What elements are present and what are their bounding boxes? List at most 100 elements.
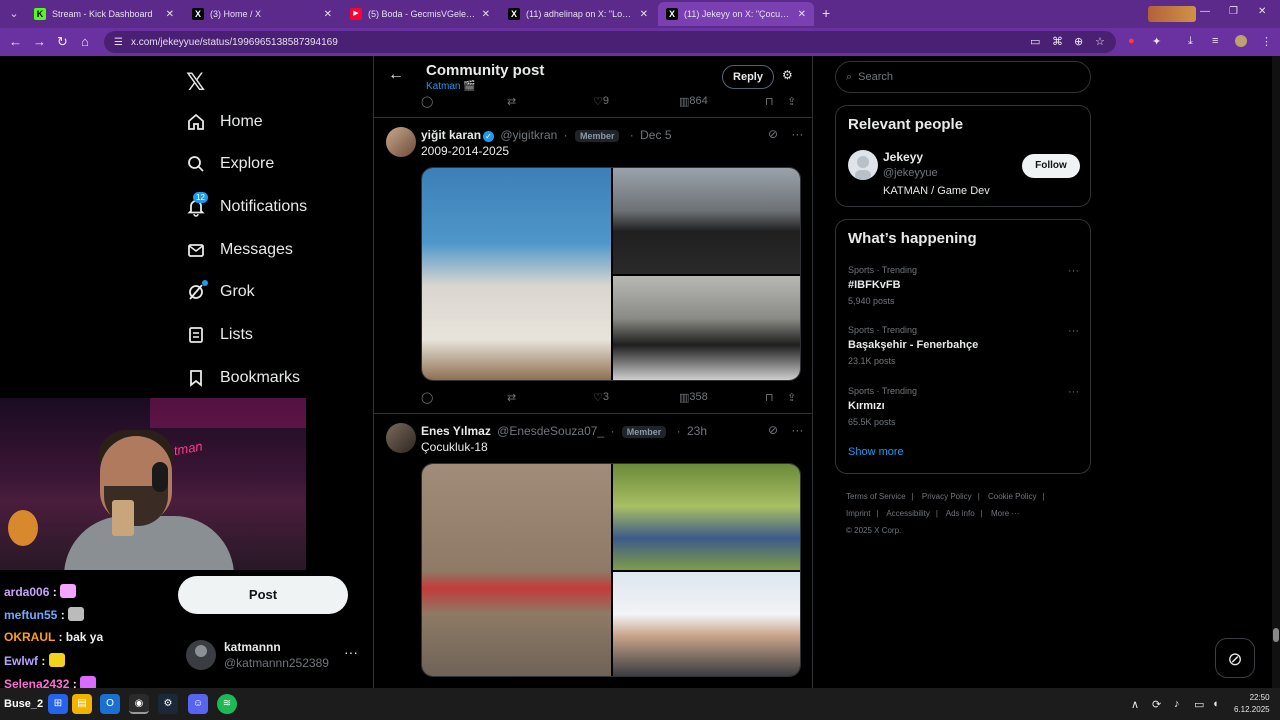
bookmark-star-icon[interactable]: ☆ <box>1095 35 1105 48</box>
show-more-link[interactable]: Show more <box>848 446 904 458</box>
microphone-icon[interactable]: ♪ <box>1174 698 1180 710</box>
tweet[interactable]: yiğit karan ✓ @yigitkran · Member · Dec 5… <box>374 119 812 414</box>
profile-avatar[interactable] <box>1235 35 1247 47</box>
taskbar-clock[interactable]: 22:50 6.12.2025 <box>1234 692 1270 716</box>
author-name[interactable]: Enes Yılmaz <box>421 424 491 438</box>
sidebar-item-messages[interactable]: Messages <box>186 234 293 266</box>
footer-link[interactable]: Cookie Policy <box>988 492 1036 501</box>
tweet-photo[interactable] <box>422 168 611 380</box>
footer-link[interactable]: Ads info <box>946 509 975 518</box>
tweet-time[interactable]: Dec 5 <box>640 128 671 142</box>
post-button[interactable]: Post <box>178 576 348 614</box>
tweet-time[interactable]: 23h <box>687 424 707 438</box>
tweet-photo[interactable] <box>613 464 800 570</box>
trend-item[interactable]: Sports · Trending Kırmızı 65.5K posts ··… <box>848 386 1080 430</box>
person-name[interactable]: Jekeyy <box>883 150 923 164</box>
retweet-icon[interactable]: ⇄ <box>507 391 516 404</box>
views-icon[interactable]: ▥ 864 <box>679 95 708 108</box>
address-bar[interactable]: ☰ x.com/jekeyyue/status/1996965138587394… <box>104 31 1116 53</box>
browser-tab[interactable]: X (11) adhelinap on X: "Looks like ✕ <box>500 2 656 26</box>
scrollbar[interactable] <box>1272 56 1280 688</box>
sidebar-item-home[interactable]: Home <box>186 106 263 138</box>
author-handle[interactable]: @EnesdeSouza07_ <box>497 424 604 438</box>
download-icon[interactable]: ⤓ <box>1188 35 1193 48</box>
media-icon[interactable]: ≡ <box>1212 35 1218 47</box>
share-icon[interactable]: ⇪ <box>787 95 796 108</box>
author-handle[interactable]: @yigitkran <box>500 128 557 142</box>
views-icon[interactable]: ▥ 358 <box>679 391 708 404</box>
back-icon[interactable]: ← <box>9 34 22 49</box>
cast-icon[interactable]: ▭ <box>1030 35 1040 48</box>
retweet-icon[interactable]: ⇄ <box>507 95 516 108</box>
forward-icon[interactable]: → <box>33 34 46 49</box>
close-icon[interactable]: ✕ <box>482 9 490 20</box>
footer-link[interactable]: Terms of Service <box>846 492 906 501</box>
more-icon[interactable]: ··· <box>344 644 358 660</box>
footer-link[interactable]: More ··· <box>991 509 1019 518</box>
trend-item[interactable]: Sports · Trending #IBFKvFB 5,940 posts ·… <box>848 265 1080 309</box>
restore-icon[interactable]: ❐ <box>1229 6 1238 17</box>
extensions-icon[interactable]: ✦ <box>1152 35 1161 48</box>
tweet[interactable]: Enes Yılmaz @EnesdeSouza07_ · Member · 2… <box>374 415 812 688</box>
close-icon[interactable]: ✕ <box>166 9 174 20</box>
close-icon[interactable]: ✕ <box>798 9 806 20</box>
windows-start-icon[interactable]: ⊞ <box>48 694 68 714</box>
search-input[interactable]: ⌕ Search <box>835 61 1091 93</box>
home-icon[interactable]: ⌂ <box>81 34 89 49</box>
footer-link[interactable]: Privacy Policy <box>922 492 972 501</box>
bookmark-icon[interactable]: ⊓ <box>765 95 774 108</box>
more-icon[interactable]: ··· <box>1068 265 1079 277</box>
display-icon[interactable]: ▭ <box>1194 698 1204 711</box>
scrollbar-thumb[interactable] <box>1273 628 1279 642</box>
steam-icon[interactable]: ⚙ <box>158 694 178 714</box>
footer-link[interactable]: Accessibility <box>886 509 930 518</box>
close-icon[interactable]: ✕ <box>324 9 332 20</box>
tweet-photo[interactable] <box>422 464 611 676</box>
sidebar-item-explore[interactable]: Explore <box>186 148 274 180</box>
zoom-icon[interactable]: ⊕ <box>1074 35 1083 48</box>
more-icon[interactable]: ··· <box>1068 325 1079 337</box>
close-window-icon[interactable]: ✕ <box>1258 6 1266 17</box>
tweet-media-grid[interactable] <box>421 167 801 381</box>
tray-overflow-icon[interactable]: ∧ <box>1131 698 1139 711</box>
tweet-photo[interactable] <box>613 168 800 274</box>
translate-icon[interactable]: ⌘ <box>1052 35 1063 48</box>
footer-link[interactable]: Imprint <box>846 509 870 518</box>
trend-item[interactable]: Sports · Trending Başakşehir - Fenerbahç… <box>848 325 1080 369</box>
share-icon[interactable]: ⇪ <box>787 391 796 404</box>
browser-tab-active[interactable]: X (11) Jekeyy on X: "Çocukluğumu ✕ <box>658 2 814 26</box>
sidebar-item-bookmarks[interactable]: Bookmarks <box>186 362 300 394</box>
sync-icon[interactable]: ⟳ <box>1152 698 1161 711</box>
tweet-photo[interactable] <box>613 276 800 380</box>
x-logo-icon[interactable]: 𝕏 <box>186 68 205 97</box>
reply-button[interactable]: Reply <box>722 65 774 89</box>
grok-explain-icon[interactable]: ⊘ <box>768 127 778 141</box>
account-switcher[interactable]: katmannn @katmannn252389 ··· <box>186 638 362 674</box>
more-icon[interactable]: ··· <box>791 127 803 141</box>
tab-search-icon[interactable]: ⌄ <box>4 4 24 24</box>
like-icon[interactable]: ♡ 3 <box>593 391 609 404</box>
spotify-icon[interactable]: ≋ <box>217 694 237 714</box>
follow-button[interactable]: Follow <box>1022 154 1080 178</box>
reply-icon[interactable]: ◯ <box>421 391 433 404</box>
author-name[interactable]: yiğit karan <box>421 128 481 142</box>
avatar[interactable] <box>848 150 878 180</box>
avatar[interactable] <box>386 127 416 157</box>
minimize-icon[interactable]: — <box>1200 6 1210 17</box>
settings-sliders-icon[interactable]: ⚙ <box>782 68 793 82</box>
outlook-icon[interactable]: O <box>100 694 120 714</box>
file-explorer-icon[interactable]: ▤ <box>72 694 92 714</box>
browser-tab[interactable]: ▶ (5) Boda - GecmisVGelecek (Offi ✕ <box>342 2 498 26</box>
community-name[interactable]: Katman 🎬 <box>426 81 476 92</box>
browser-tab[interactable]: K Stream - Kick Dashboard ✕ <box>26 2 182 26</box>
chrome-icon[interactable]: ◉ <box>129 694 149 714</box>
grok-floating-button[interactable]: ⊘ <box>1215 638 1255 678</box>
like-icon[interactable]: ♡ 9 <box>593 95 609 108</box>
bookmark-icon[interactable]: ⊓ <box>765 391 774 404</box>
sidebar-item-notifications[interactable]: 12 Notifications <box>186 191 307 223</box>
sidebar-item-grok[interactable]: Grok <box>186 276 255 308</box>
avatar[interactable] <box>386 423 416 453</box>
site-info-icon[interactable]: ☰ <box>114 37 123 48</box>
volume-icon[interactable]: ◖ <box>1212 698 1219 710</box>
extension-record-icon[interactable]: ● <box>1128 35 1135 47</box>
